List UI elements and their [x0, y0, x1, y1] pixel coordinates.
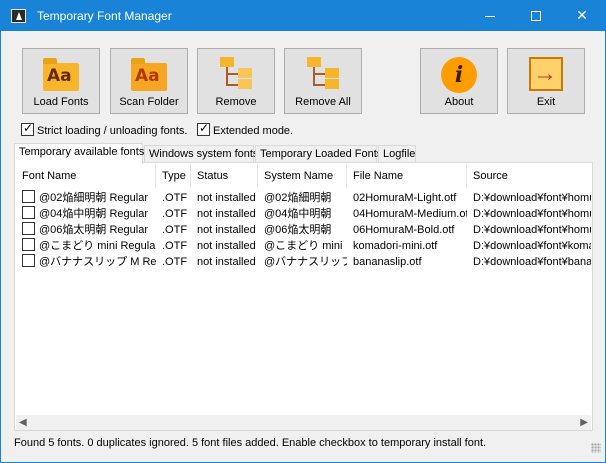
file-name-cell: 04HomuraM-Medium.otf	[353, 208, 467, 220]
load-fonts-label: Load Fonts	[33, 96, 89, 108]
row-checkbox[interactable]	[22, 254, 35, 267]
status-bar: Found 5 fonts. 0 duplicates ignored. 5 f…	[2, 434, 604, 456]
remove-label: Remove	[215, 96, 257, 108]
type-cell: .OTF	[162, 224, 188, 236]
folder-tree-remove-all-icon	[305, 55, 341, 89]
system-name-cell: @04焔中明朝	[264, 208, 332, 220]
status-cell: not installed	[197, 240, 256, 252]
table-row[interactable]: @04焔中明朝 Regular .OTF not installed @04焔中…	[16, 206, 591, 222]
system-name-cell: @02焔細明朝	[264, 192, 332, 204]
type-cell: .OTF	[162, 192, 188, 204]
font-name-cell: @04焔中明朝 Regular	[39, 208, 148, 220]
file-name-cell: bananaslip.otf	[353, 256, 422, 268]
font-name-cell: @06焔太明朝 Regular	[39, 224, 148, 236]
strict-loading-check-icon[interactable]	[21, 121, 34, 136]
scroll-left-icon[interactable]: ◀	[19, 415, 27, 430]
remove-button[interactable]: Remove	[197, 48, 275, 114]
window-title: Temporary Font Manager	[37, 9, 172, 23]
file-name-cell: 06HomuraM-Bold.otf	[353, 224, 455, 236]
tab-logfile[interactable]: Logfile	[378, 145, 416, 163]
table-row[interactable]: @06焔太明朝 Regular .OTF not installed @06焔太…	[16, 222, 591, 238]
extended-mode-checkbox[interactable]: Extended mode.	[197, 121, 294, 137]
status-cell: not installed	[197, 192, 256, 204]
folder-scan-icon: Aa	[131, 55, 167, 91]
column-header-status[interactable]: Status	[191, 164, 258, 188]
exit-button[interactable]: Exit	[507, 48, 585, 114]
minimize-button[interactable]	[467, 1, 513, 31]
column-header-source[interactable]: Source	[467, 164, 591, 188]
system-name-cell: @バナナスリップ M	[264, 256, 347, 268]
exit-icon	[529, 57, 563, 91]
extended-mode-check-icon[interactable]	[197, 121, 210, 136]
tab-temporary-loaded-fonts[interactable]: Temporary Loaded Fonts	[255, 145, 382, 163]
tab-windows-system-fonts[interactable]: Windows system fonts	[144, 145, 258, 163]
system-name-cell: @06焔太明朝	[264, 224, 332, 236]
remove-all-label: Remove All	[295, 96, 351, 108]
minimize-icon	[485, 15, 495, 17]
source-cell: D:¥download¥font¥homur	[473, 224, 591, 236]
column-header-font-name[interactable]: Font Name	[16, 164, 156, 188]
row-checkbox[interactable]	[22, 222, 35, 235]
status-text: Found 5 fonts. 0 duplicates ignored. 5 f…	[14, 437, 487, 449]
tab-temporary-available-fonts[interactable]: Temporary available fonts	[14, 143, 144, 164]
source-cell: D:¥download¥font¥banan	[473, 256, 591, 268]
scan-folder-label: Scan Folder	[119, 96, 179, 108]
load-fonts-button[interactable]: Aa Load Fonts	[22, 48, 100, 114]
table-row[interactable]: @こまどり mini Regular .OTF not installed @こ…	[16, 238, 591, 254]
about-label: About	[444, 96, 474, 108]
close-button[interactable]: ✕	[559, 1, 605, 31]
table-row[interactable]: @02焔細明朝 Regular .OTF not installed @02焔細…	[16, 190, 591, 206]
close-icon: ✕	[576, 8, 588, 24]
scroll-right-icon[interactable]: ▶	[580, 415, 588, 430]
folder-font-icon: Aa	[43, 55, 79, 91]
tab-panel: Font Name Type Status System Name File N…	[14, 162, 593, 431]
table-row[interactable]: @バナナスリップ M Regular .OTF not installed @バ…	[16, 254, 591, 270]
file-name-cell: 02HomuraM-Light.otf	[353, 192, 457, 204]
type-cell: .OTF	[162, 208, 188, 220]
row-checkbox[interactable]	[22, 190, 35, 203]
row-checkbox[interactable]	[22, 206, 35, 219]
app-logo-icon	[11, 9, 26, 23]
font-name-cell: @バナナスリップ M Regular	[39, 256, 156, 268]
extended-mode-label: Extended mode.	[213, 125, 294, 137]
system-name-cell: @こまどり mini	[264, 240, 343, 252]
app-window: Temporary Font Manager ✕ Aa Load Fonts A…	[0, 0, 606, 463]
column-header-file-name[interactable]: File Name	[347, 164, 467, 188]
file-name-cell: komadori-mini.otf	[353, 240, 438, 252]
title-bar[interactable]: Temporary Font Manager ✕	[1, 1, 605, 31]
resize-grip-icon[interactable]	[591, 443, 601, 453]
font-list[interactable]: Font Name Type Status System Name File N…	[16, 164, 591, 415]
strict-loading-checkbox[interactable]: Strict loading / unloading fonts.	[21, 121, 188, 137]
scan-folder-button[interactable]: Aa Scan Folder	[110, 48, 188, 114]
row-checkbox[interactable]	[22, 238, 35, 251]
status-cell: not installed	[197, 224, 256, 236]
strict-loading-label: Strict loading / unloading fonts.	[37, 125, 188, 137]
source-cell: D:¥download¥font¥komad	[473, 240, 591, 252]
info-icon: i	[441, 57, 477, 93]
font-name-cell: @こまどり mini Regular	[39, 240, 156, 252]
status-cell: not installed	[197, 256, 256, 268]
type-cell: .OTF	[162, 240, 188, 252]
status-cell: not installed	[197, 208, 256, 220]
folder-tree-remove-icon	[218, 55, 254, 89]
about-button[interactable]: i About	[420, 48, 498, 114]
font-name-cell: @02焔細明朝 Regular	[39, 192, 148, 204]
column-header-system-name[interactable]: System Name	[258, 164, 347, 188]
source-cell: D:¥download¥font¥homur	[473, 208, 591, 220]
horizontal-scrollbar[interactable]: ◀ ▶	[16, 415, 591, 430]
type-cell: .OTF	[162, 256, 188, 268]
maximize-icon	[531, 11, 541, 21]
exit-label: Exit	[536, 96, 556, 108]
remove-all-button[interactable]: Remove All	[284, 48, 362, 114]
column-header-type[interactable]: Type	[156, 164, 191, 188]
source-cell: D:¥download¥font¥homur	[473, 192, 591, 204]
maximize-button[interactable]	[513, 1, 559, 31]
